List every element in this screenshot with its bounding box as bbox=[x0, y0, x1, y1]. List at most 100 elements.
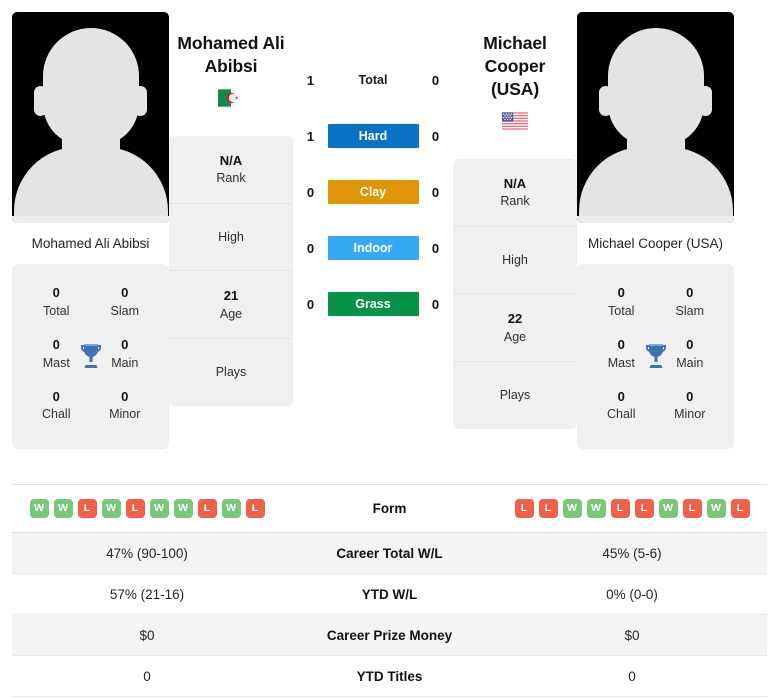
table-row-ytd-titles: 0 YTD Titles 0 bbox=[12, 656, 767, 697]
left-form-strip: WWLWLWWLWL bbox=[18, 499, 276, 518]
h2h-right-score: 0 bbox=[431, 240, 440, 256]
left-flag-wrap bbox=[169, 89, 293, 107]
h2h-surface-badge-total: Total bbox=[358, 73, 388, 87]
comparison-header: Mohamed Ali Abibsi 0 Total 0 Slam 0 Mast bbox=[0, 0, 779, 472]
left-player-name-line1: Mohamed Ali bbox=[177, 33, 285, 53]
left-player-titles-card: 0 Total 0 Slam 0 Mast 0 Main 0 Chall 0 M… bbox=[12, 264, 169, 450]
left-career-prize-money: $0 bbox=[139, 627, 155, 643]
form-badge-win: W bbox=[173, 499, 193, 518]
avatar-ear-right bbox=[699, 86, 712, 116]
avatar-base-strip bbox=[12, 216, 169, 223]
h2h-surface-badge-indoor: Indoor bbox=[327, 236, 419, 260]
left-age-label: Age bbox=[219, 306, 243, 321]
h2h-left-score: 0 bbox=[306, 240, 315, 256]
right-career-total-wl: 45% (5-6) bbox=[602, 545, 662, 561]
title-stat-label: Slam bbox=[675, 304, 704, 319]
form-badge-win: W bbox=[658, 499, 678, 518]
right-player-titles-card: 0 Total 0 Slam 0 Mast 0 Main 0 Chall 0 M… bbox=[577, 264, 734, 450]
title-stat-value: 0 bbox=[52, 285, 60, 301]
h2h-right-score: 0 bbox=[431, 128, 440, 144]
title-stat: 0 Slam bbox=[91, 278, 160, 330]
h2h-right-score: 0 bbox=[431, 184, 440, 200]
right-player-name-line2: (USA) bbox=[490, 79, 540, 100]
form-badge-loss: L bbox=[730, 499, 750, 518]
title-stat: 0 Chall bbox=[587, 382, 656, 434]
left-high-label: High bbox=[218, 229, 244, 244]
right-rank-label: Rank bbox=[500, 194, 530, 209]
left-rank-value: N/A bbox=[219, 153, 243, 169]
form-badge-win: W bbox=[101, 499, 121, 518]
table-row-career-total-wl: 47% (90-100) Career Total W/L 45% (5-6) bbox=[12, 533, 767, 574]
form-badge-win: W bbox=[586, 499, 606, 518]
right-high-label: High bbox=[502, 252, 528, 267]
avatar-base-strip bbox=[577, 216, 734, 223]
algeria-flag-icon bbox=[218, 89, 244, 107]
left-age-section: 21 Age bbox=[169, 271, 293, 340]
title-stat-label: Slam bbox=[110, 304, 139, 319]
h2h-row-grass: 0 Grass 0 bbox=[293, 288, 453, 320]
left-ytd-wl: 57% (21-16) bbox=[109, 586, 185, 602]
title-stat-value: 0 bbox=[617, 388, 625, 404]
title-stat: 0 Chall bbox=[22, 382, 91, 434]
table-row-ytd-wl: 57% (21-16) YTD W/L 0% (0-0) bbox=[12, 574, 767, 615]
right-ytd-titles: 0 bbox=[628, 668, 636, 684]
title-stat: 0 Total bbox=[22, 278, 91, 330]
title-stat: 0 Total bbox=[587, 278, 656, 330]
form-badge-win: W bbox=[706, 499, 726, 518]
avatar-shoulders-shape bbox=[578, 147, 733, 217]
form-badge-loss: L bbox=[197, 499, 217, 518]
h2h-row-total: 1 Total 0 bbox=[293, 64, 453, 96]
form-badge-loss: L bbox=[610, 499, 630, 518]
left-career-total-wl: 47% (90-100) bbox=[106, 545, 188, 561]
h2h-right-score: 0 bbox=[431, 72, 440, 88]
title-stat-label: Chall bbox=[42, 407, 71, 422]
title-stat-label: Minor bbox=[674, 407, 706, 422]
h2h-surface-badge-clay: Clay bbox=[327, 180, 419, 204]
right-form-cell: LLWWLLWLWL bbox=[497, 489, 767, 528]
usa-flag-icon bbox=[502, 112, 528, 130]
table-row-career-prize-money: $0 Career Prize Money $0 bbox=[12, 615, 767, 656]
title-stat: 0 Minor bbox=[91, 382, 160, 434]
title-stat-value: 0 bbox=[617, 285, 625, 301]
right-ytd-wl: 0% (0-0) bbox=[606, 586, 658, 602]
title-stat-value: 0 bbox=[52, 388, 60, 404]
right-titles-grid: 0 Total 0 Slam 0 Mast 0 Main 0 Chall 0 M… bbox=[587, 278, 724, 433]
title-stat-value: 0 bbox=[121, 388, 129, 404]
form-badge-win: W bbox=[221, 499, 241, 518]
title-stat-label: Chall bbox=[607, 407, 636, 422]
h2h-right-score: 0 bbox=[431, 296, 440, 312]
right-player-info-card: N/A Rank High 22 Age Plays bbox=[453, 159, 577, 429]
title-stat-value: 0 bbox=[686, 285, 694, 301]
form-badge-loss: L bbox=[538, 499, 558, 518]
avatar-ear-left bbox=[599, 86, 612, 116]
title-stat-value: 0 bbox=[121, 285, 129, 301]
h2h-surface-badge-hard: Hard bbox=[327, 124, 419, 148]
h2h-surface-badge-grass: Grass bbox=[327, 292, 419, 316]
left-form-cell: WWLWLWWLWL bbox=[12, 489, 282, 528]
title-stat-label: Minor bbox=[109, 407, 141, 422]
right-player-name: Michael Cooper (USA) bbox=[453, 32, 577, 101]
form-badge-loss: L bbox=[125, 499, 145, 518]
avatar-ear-right bbox=[134, 86, 147, 116]
right-player-name-line1: Michael Cooper bbox=[483, 33, 547, 77]
left-high-section: High bbox=[169, 204, 293, 272]
left-player-name-col: Mohamed Ali Abibsi N/A Rank High 21 Age … bbox=[169, 12, 293, 406]
right-high-section: High bbox=[453, 227, 577, 295]
title-stat-value: 0 bbox=[686, 388, 694, 404]
form-badge-win: W bbox=[29, 499, 49, 518]
row-label-ytd-wl: YTD W/L bbox=[361, 586, 418, 602]
right-form-strip: LLWWLLWLWL bbox=[503, 499, 761, 518]
title-stat: 0 Slam bbox=[656, 278, 725, 330]
avatar-head-shape bbox=[42, 28, 139, 146]
left-plays-section: Plays bbox=[169, 339, 293, 406]
left-player-name: Mohamed Ali Abibsi bbox=[169, 32, 293, 78]
h2h-left-score: 1 bbox=[306, 72, 315, 88]
right-player-name-col: Michael Cooper (USA) N/A Rank High 22 Ag… bbox=[453, 12, 577, 429]
left-plays-label: Plays bbox=[215, 365, 247, 380]
h2h-left-score: 0 bbox=[306, 184, 315, 200]
trophy-icon bbox=[641, 340, 671, 372]
form-badge-win: W bbox=[562, 499, 582, 518]
avatar-shoulders-shape bbox=[13, 147, 168, 217]
right-age-label: Age bbox=[503, 329, 527, 344]
row-label-ytd-titles: YTD Titles bbox=[356, 668, 423, 684]
